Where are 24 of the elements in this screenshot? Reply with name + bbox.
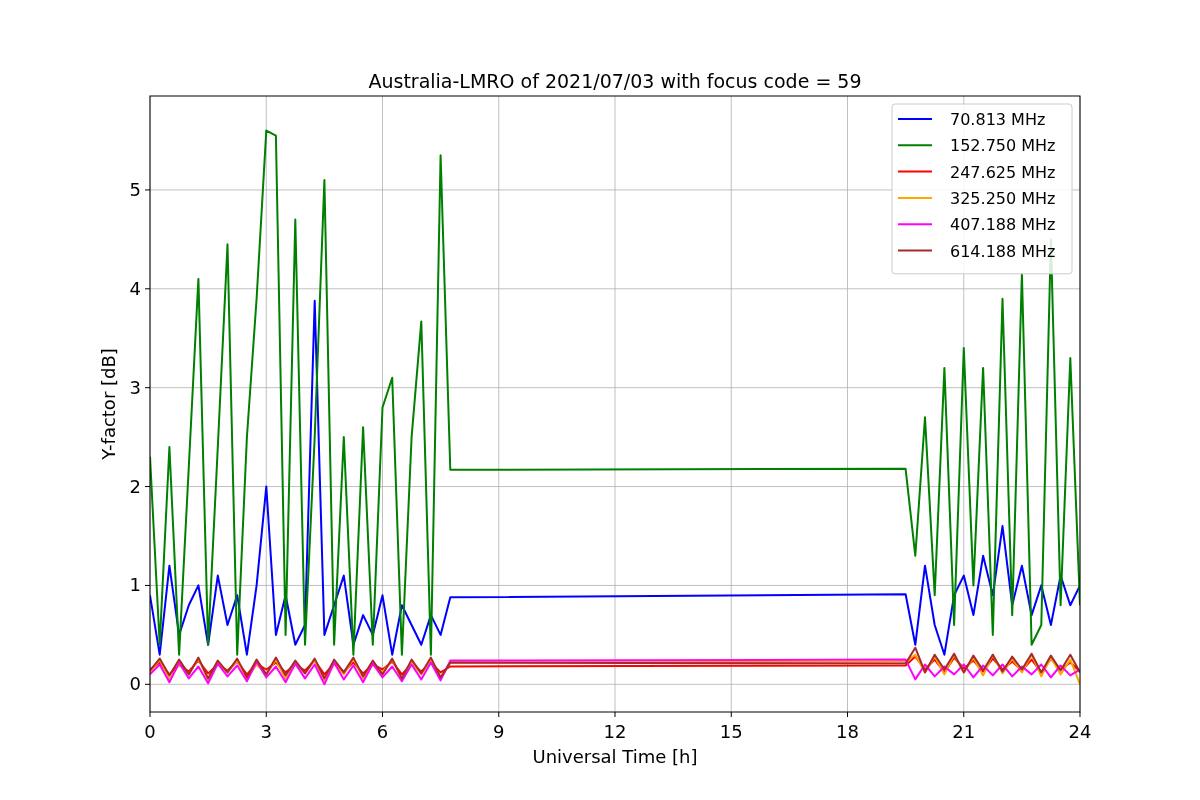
tick-label: 12 <box>603 721 627 742</box>
tick-label: 15 <box>719 721 743 742</box>
tick-label: 6 <box>376 721 389 742</box>
x-axis-label: Universal Time [h] <box>532 746 698 767</box>
tick-label: 4 <box>129 277 141 299</box>
tick-label: 21 <box>952 721 976 742</box>
tick-label: 0 <box>129 673 141 695</box>
tick-label: 5 <box>129 178 141 200</box>
tick-label: 0 <box>144 721 156 742</box>
legend-label: 407.188 MHz <box>950 215 1056 235</box>
legend-label: 152.750 MHz <box>950 136 1056 156</box>
legend-label: 70.813 MHz <box>950 110 1046 129</box>
tick-label: 3 <box>260 721 272 742</box>
tick-label: 9 <box>493 721 505 742</box>
y-axis-label: Y-factor [dB] <box>98 348 119 460</box>
tick-label: 3 <box>129 376 141 398</box>
tick-label: 1 <box>129 574 141 596</box>
tick-label: 18 <box>836 721 859 742</box>
legend-label: 247.625 MHz <box>950 162 1056 182</box>
legend-label: 325.250 MHz <box>950 188 1056 208</box>
chart-title: Australia-LMRO of 2021/07/03 with focus code = 59 <box>368 70 862 92</box>
tick-label: 2 <box>129 475 141 497</box>
tick-label: 24 <box>1068 721 1092 742</box>
legend-label: 614.188 MHz <box>950 241 1056 261</box>
